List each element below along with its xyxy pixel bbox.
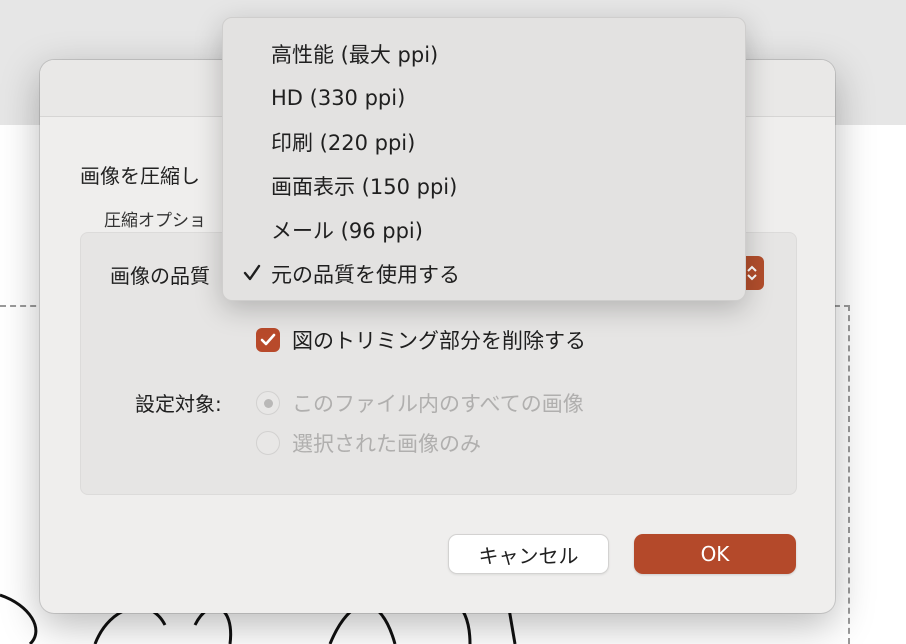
apply-to-selected-radio[interactable] — [256, 431, 280, 455]
chevron-updown-icon — [747, 265, 757, 281]
picture-quality-menu: 高性能 (最大 ppi) HD (330 ppi) 印刷 (220 ppi) 画… — [222, 17, 746, 301]
apply-to-all-label: このファイル内のすべての画像 — [292, 392, 584, 416]
dialog-intro-text: 画像を圧縮し — [80, 164, 200, 188]
delete-cropped-areas-label: 図のトリミング部分を削除する — [292, 329, 586, 353]
menu-item-label: 印刷 (220 ppi) — [271, 131, 416, 155]
menu-item-label: 高性能 (最大 ppi) — [271, 43, 439, 67]
menu-item-label: HD (330 ppi) — [271, 86, 406, 110]
menu-item-high-fidelity[interactable]: 高性能 (最大 ppi) — [223, 32, 745, 76]
ok-button[interactable]: OK — [634, 534, 796, 574]
delete-cropped-areas-option[interactable]: 図のトリミング部分を削除する — [256, 325, 586, 355]
menu-item-label: 元の品質を使用する — [271, 263, 460, 287]
apply-to-selected-option[interactable]: 選択された画像のみ — [256, 428, 481, 458]
menu-item-screen[interactable]: 画面表示 (150 ppi) — [223, 164, 745, 208]
checkmark-icon — [243, 264, 261, 281]
apply-to-all-radio[interactable] — [256, 391, 280, 415]
delete-cropped-areas-checkbox[interactable] — [256, 328, 280, 352]
compression-options-label: 圧縮オプショ — [104, 211, 206, 231]
picture-quality-label: 画像の品質 — [110, 264, 210, 288]
apply-to-selected-label: 選択された画像のみ — [292, 432, 481, 456]
apply-to-label: 設定対象: — [135, 392, 222, 416]
menu-item-print[interactable]: 印刷 (220 ppi) — [223, 120, 745, 164]
checkmark-icon — [260, 333, 276, 346]
menu-item-original-quality[interactable]: 元の品質を使用する — [223, 252, 745, 296]
menu-item-hd[interactable]: HD (330 ppi) — [223, 76, 745, 120]
apply-to-all-images-option[interactable]: このファイル内のすべての画像 — [256, 388, 584, 418]
menu-item-label: 画面表示 (150 ppi) — [271, 175, 458, 199]
menu-item-email[interactable]: メール (96 ppi) — [223, 208, 745, 252]
menu-item-label: メール (96 ppi) — [271, 219, 423, 243]
cancel-button[interactable]: キャンセル — [448, 534, 609, 574]
